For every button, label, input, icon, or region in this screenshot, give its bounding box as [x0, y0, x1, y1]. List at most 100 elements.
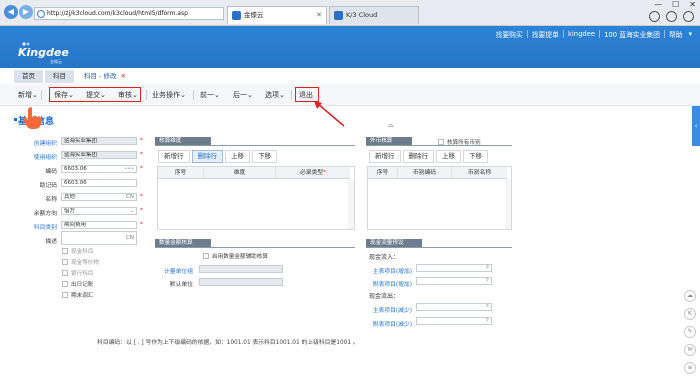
fx-add-row-button[interactable]: 新增行 [369, 150, 401, 163]
aux-button-row: 新增行 删除行 上移 下移 [158, 150, 279, 163]
fx-delete-row-button[interactable]: 删除行 [402, 150, 434, 163]
name-field[interactable]: 其他 CN [61, 193, 137, 201]
tab-account-edit[interactable]: 科目 - 修改 ✕ [76, 70, 134, 83]
home-icon[interactable] [649, 11, 660, 22]
create-org-field[interactable]: 蓝海实业集团 [61, 137, 137, 145]
back-icon[interactable]: ◀ [4, 5, 18, 19]
forward-icon[interactable]: ▶ [19, 5, 33, 19]
aux-move-down-button[interactable]: 下移 [252, 150, 277, 163]
mnemonic-label: 助记码 [39, 183, 57, 189]
fx-grid[interactable]: 序号 币别编码 币别名称 [367, 166, 512, 230]
aux-move-up-button[interactable]: 上移 [225, 150, 250, 163]
lang-suffix[interactable]: CN [126, 194, 134, 200]
checkbox[interactable] [62, 259, 68, 265]
col-currency-name: 币别名称 [467, 170, 492, 176]
fx-move-down-button[interactable]: 下移 [463, 150, 488, 163]
message-icon[interactable]: ✉ [684, 344, 696, 356]
main-out-field[interactable]: ⌕ [416, 303, 492, 311]
code-field[interactable]: 6603.06 ••• [61, 165, 137, 173]
checkbox[interactable] [62, 292, 68, 298]
nav-buy[interactable]: 找要购买 [492, 29, 527, 39]
app-tabs: 首页 科目 科目 - 修改 ✕ [14, 70, 134, 83]
scrollbar[interactable] [505, 179, 511, 229]
caret-down-icon: ⌄ [214, 91, 220, 99]
use-org-field[interactable]: 蓝海实业集团 [61, 151, 137, 159]
window-controls: — ☐ ✕ [654, 0, 696, 9]
search-icon[interactable]: ⌕ [486, 265, 489, 270]
aux-add-row-button[interactable]: 新增行 [158, 150, 190, 163]
minimize-icon[interactable]: — [654, 0, 662, 9]
checkbox[interactable] [62, 270, 68, 276]
close-tab-icon[interactable]: ✕ [316, 7, 322, 24]
nav-org[interactable]: 100 蓝海实业集团 [600, 29, 664, 39]
desc-field[interactable]: CN [61, 231, 137, 245]
nav-user[interactable]: kingdee [564, 30, 599, 38]
caret-down-icon: ⌄ [279, 91, 285, 99]
default-unit-label: 默认单位 [169, 282, 193, 288]
k3-favicon-icon [334, 11, 343, 20]
attach-out-field[interactable]: ⌕ [416, 317, 492, 325]
prev-button[interactable]: 前一⌄ [200, 90, 220, 100]
unit-group-field[interactable] [199, 265, 283, 273]
maximize-icon[interactable]: ☐ [672, 0, 679, 9]
side-panel-toggle[interactable]: ‹ [692, 106, 700, 146]
balance-dir-select[interactable]: 借方 ⌄ [61, 207, 137, 215]
address-bar[interactable]: http://zj/k3cloud.com/k3cloud/html5/dfor… [34, 7, 224, 20]
required-mark: * [140, 165, 143, 172]
default-unit-field[interactable] [199, 278, 283, 286]
cash-account-check[interactable]: 现金科目 [62, 247, 93, 255]
brand-sub: 金蝶云 [50, 59, 62, 64]
business-ops-button[interactable]: 业务操作⌄ [152, 90, 186, 100]
mnemonic-field[interactable]: 6603.06 [61, 179, 137, 187]
aux-grid[interactable]: 序号 维度 必录类型* [157, 166, 355, 230]
search-icon[interactable]: ⌕ [486, 304, 489, 309]
checkbox[interactable] [62, 281, 68, 287]
settings-gear-icon[interactable] [683, 11, 694, 22]
checkbox[interactable] [438, 139, 444, 145]
main-in-field[interactable]: ⌕ [416, 264, 492, 272]
ie-icon [37, 10, 45, 18]
attach-in-field[interactable]: ⌕ [416, 277, 492, 285]
journal-check[interactable]: 出日记账 [62, 280, 93, 288]
tab-home[interactable]: 首页 [14, 70, 43, 83]
next-button[interactable]: 后一⌄ [233, 90, 253, 100]
new-button[interactable]: 新增⌄ [18, 90, 38, 100]
kingdee-favicon-icon [232, 11, 241, 20]
collapse-toggle-icon[interactable]: ⌓ [388, 121, 394, 130]
search-icon[interactable]: ⌕ [486, 318, 489, 323]
star-icon[interactable] [666, 11, 677, 22]
browser-tab-kingdee[interactable]: 金蝶云 ✕ [227, 6, 327, 24]
balance-dir-label: 余额方向 [33, 211, 57, 217]
lang-suffix[interactable]: CN [126, 235, 134, 241]
fx-move-up-button[interactable]: 上移 [436, 150, 461, 163]
close-window-icon[interactable]: ✕ [689, 0, 696, 9]
k-logo-icon[interactable]: K [684, 308, 696, 320]
divider [366, 247, 512, 248]
aux-delete-row-button[interactable]: 删除行 [191, 150, 223, 163]
nav-ticket[interactable]: 找要提单 [528, 29, 563, 39]
edit-icon[interactable]: ✎ [684, 326, 696, 338]
checkbox[interactable] [62, 248, 68, 254]
menu-icon[interactable]: ☰ [675, 73, 682, 82]
category-field[interactable]: 期间费用 [61, 221, 137, 229]
list-icon[interactable]: ≡ [684, 362, 696, 374]
main-in-label: 主表项目(增加) [372, 269, 412, 275]
collapse-icon[interactable]: ≚ [660, 73, 667, 82]
section-bullet [14, 118, 17, 121]
browser-tab-k3cloud[interactable]: K/3 Cloud [329, 6, 419, 24]
enable-qty-check[interactable]: 启用数量金额辅助核算 [203, 252, 268, 260]
more-icon[interactable]: ••• [124, 166, 134, 172]
period-end-adjust-check[interactable]: 期末调汇 [62, 291, 93, 299]
scrollbar[interactable] [348, 179, 354, 229]
tab-account[interactable]: 科目 [45, 70, 74, 83]
search-icon[interactable]: ⌕ [486, 278, 489, 283]
cloud-icon[interactable]: ☁ [684, 290, 696, 302]
close-tab-icon[interactable]: ✕ [120, 72, 125, 80]
all-currency-check[interactable]: 核算所有币别 [438, 138, 481, 146]
checkbox[interactable] [203, 253, 209, 259]
nav-help[interactable]: 帮助 [665, 29, 687, 39]
caret-down-icon[interactable]: ▾ [687, 30, 694, 38]
options-button[interactable]: 选项⌄ [265, 90, 285, 100]
cash-equivalent-check[interactable]: 现金等价物 [62, 258, 99, 266]
bank-account-check[interactable]: 银行科目 [62, 269, 93, 277]
